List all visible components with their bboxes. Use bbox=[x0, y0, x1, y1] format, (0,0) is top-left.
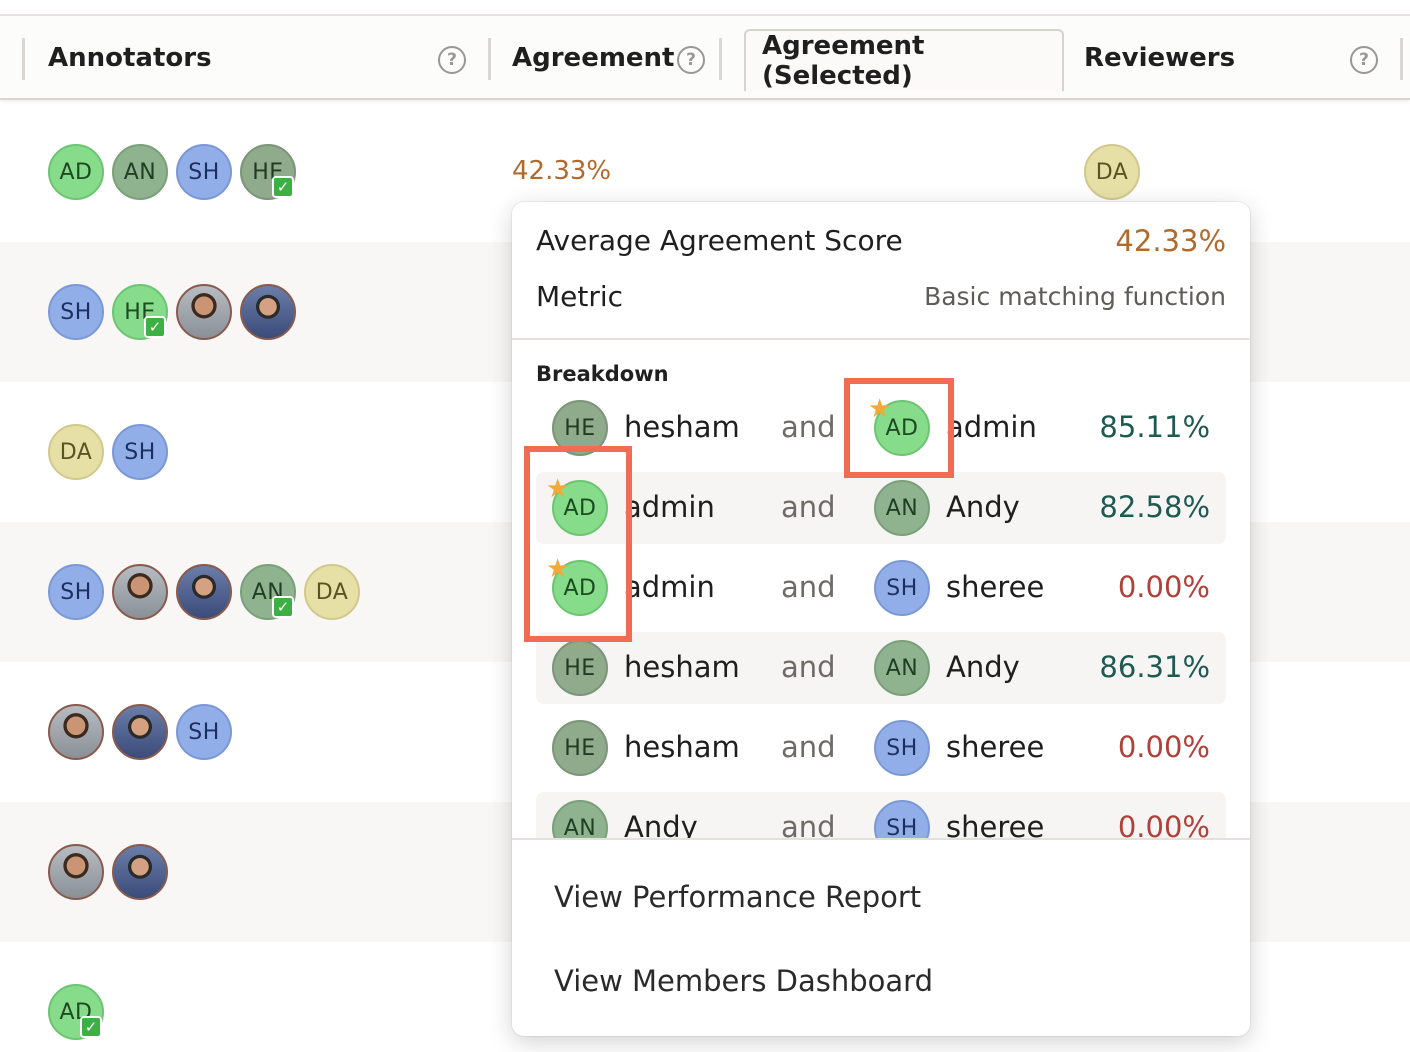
avatar-photo[interactable] bbox=[112, 704, 168, 760]
avatar[interactable]: AD bbox=[48, 144, 104, 200]
annotator-a-name: hesham bbox=[624, 650, 740, 684]
breakdown-row: HE hesham and AD ★ admin 85.11% bbox=[536, 392, 1226, 464]
annotator-b-name: Andy bbox=[946, 490, 1020, 524]
popover-menu: View Performance Report View Members Das… bbox=[512, 838, 1250, 1036]
average-agreement-value: 42.33% bbox=[1115, 224, 1226, 258]
star-icon: ★ bbox=[546, 554, 570, 584]
avatar[interactable]: DA bbox=[48, 424, 104, 480]
avatar: AN bbox=[874, 640, 930, 696]
star-icon: ★ bbox=[546, 474, 570, 504]
avatar: SH bbox=[874, 720, 930, 776]
breakdown-list[interactable]: HE hesham and AD ★ admin 85.11% AD ★ adm… bbox=[512, 392, 1250, 838]
column-header-agreement[interactable]: Agreement bbox=[512, 16, 675, 100]
agreement-score: 82.58% bbox=[1099, 490, 1210, 524]
agreement-popover: Average Agreement Score 42.33% Metric Ba… bbox=[512, 202, 1250, 1036]
help-icon[interactable]: ? bbox=[438, 46, 466, 74]
avatar-photo[interactable] bbox=[176, 564, 232, 620]
annotator-a-name: hesham bbox=[624, 410, 740, 444]
agreement-score: 0.00% bbox=[1117, 570, 1210, 604]
breakdown-title: Breakdown bbox=[536, 362, 669, 386]
table-header: Annotators ? Agreement ? Agreement (Sele… bbox=[0, 14, 1410, 100]
average-agreement-label: Average Agreement Score bbox=[536, 224, 903, 257]
avatar[interactable]: AN bbox=[112, 144, 168, 200]
column-separator[interactable] bbox=[22, 38, 25, 80]
breakdown-row: AD ★ admin and SH sheree 0.00% bbox=[536, 552, 1226, 624]
annotator-a-name: admin bbox=[624, 570, 715, 604]
help-icon[interactable]: ? bbox=[1350, 46, 1378, 74]
agreement-score: 0.00% bbox=[1117, 810, 1210, 838]
check-icon: ✓ bbox=[272, 176, 294, 198]
column-header-annotators[interactable]: Annotators bbox=[48, 16, 212, 100]
metric-label: Metric bbox=[536, 280, 624, 313]
agreement-score: 86.31% bbox=[1099, 650, 1210, 684]
popover-summary: Average Agreement Score 42.33% Metric Ba… bbox=[512, 202, 1250, 340]
breakdown-row: HE hesham and AN Andy 86.31% bbox=[536, 632, 1226, 704]
reviewer-avatar[interactable]: DA bbox=[1084, 144, 1140, 200]
avatar: SH bbox=[874, 560, 930, 616]
annotator-a-name: admin bbox=[624, 490, 715, 524]
avatar[interactable]: SH bbox=[48, 564, 104, 620]
avatar-photo[interactable] bbox=[48, 844, 104, 900]
breakdown-row: AN Andy and SH sheree 0.00% bbox=[536, 792, 1226, 838]
breakdown-row: HE hesham and SH sheree 0.00% bbox=[536, 712, 1226, 784]
avatar-photo[interactable] bbox=[240, 284, 296, 340]
column-header-reviewers[interactable]: Reviewers bbox=[1084, 16, 1235, 100]
agreement-score: 85.11% bbox=[1099, 410, 1210, 444]
avatar: AN bbox=[874, 480, 930, 536]
avatar-photo[interactable] bbox=[112, 844, 168, 900]
check-icon: ✓ bbox=[272, 596, 294, 618]
column-separator[interactable] bbox=[1400, 38, 1403, 80]
agreement-value[interactable]: 42.33% bbox=[512, 156, 611, 186]
and-text: and bbox=[781, 650, 836, 684]
avatar: HE bbox=[552, 400, 608, 456]
annotator-b-name: sheree bbox=[946, 730, 1045, 764]
avatar: HE bbox=[552, 720, 608, 776]
and-text: and bbox=[781, 570, 836, 604]
column-separator[interactable] bbox=[719, 38, 722, 80]
avatar: HE bbox=[552, 640, 608, 696]
annotator-b-name: admin bbox=[946, 410, 1037, 444]
annotator-b-name: sheree bbox=[946, 570, 1045, 604]
avatar[interactable]: SH bbox=[48, 284, 104, 340]
avatar[interactable]: SH bbox=[176, 704, 232, 760]
and-text: and bbox=[781, 410, 836, 444]
and-text: and bbox=[781, 490, 836, 524]
avatar[interactable]: DA bbox=[304, 564, 360, 620]
view-members-dashboard-link[interactable]: View Members Dashboard bbox=[554, 964, 933, 998]
metric-value: Basic matching function bbox=[924, 282, 1226, 311]
help-icon[interactable]: ? bbox=[677, 46, 705, 74]
annotator-a-name: hesham bbox=[624, 730, 740, 764]
column-separator[interactable] bbox=[488, 38, 491, 80]
breakdown-row: AD ★ admin and AN Andy 82.58% bbox=[536, 472, 1226, 544]
annotator-b-name: sheree bbox=[946, 810, 1045, 838]
agreement-score: 0.00% bbox=[1117, 730, 1210, 764]
avatar-photo[interactable] bbox=[112, 564, 168, 620]
avatar[interactable]: SH bbox=[176, 144, 232, 200]
avatar: SH bbox=[874, 800, 930, 838]
avatar-photo[interactable] bbox=[176, 284, 232, 340]
check-icon: ✓ bbox=[80, 1016, 102, 1038]
column-header-agreement-selected[interactable]: Agreement (Selected) bbox=[744, 29, 1064, 91]
annotator-a-name: Andy bbox=[624, 810, 698, 838]
avatar-photo[interactable] bbox=[48, 704, 104, 760]
annotator-b-name: Andy bbox=[946, 650, 1020, 684]
view-performance-report-link[interactable]: View Performance Report bbox=[554, 880, 921, 914]
check-icon: ✓ bbox=[144, 316, 166, 338]
and-text: and bbox=[781, 810, 836, 838]
star-icon: ★ bbox=[868, 394, 892, 424]
and-text: and bbox=[781, 730, 836, 764]
avatar[interactable]: SH bbox=[112, 424, 168, 480]
avatar: AN bbox=[552, 800, 608, 838]
